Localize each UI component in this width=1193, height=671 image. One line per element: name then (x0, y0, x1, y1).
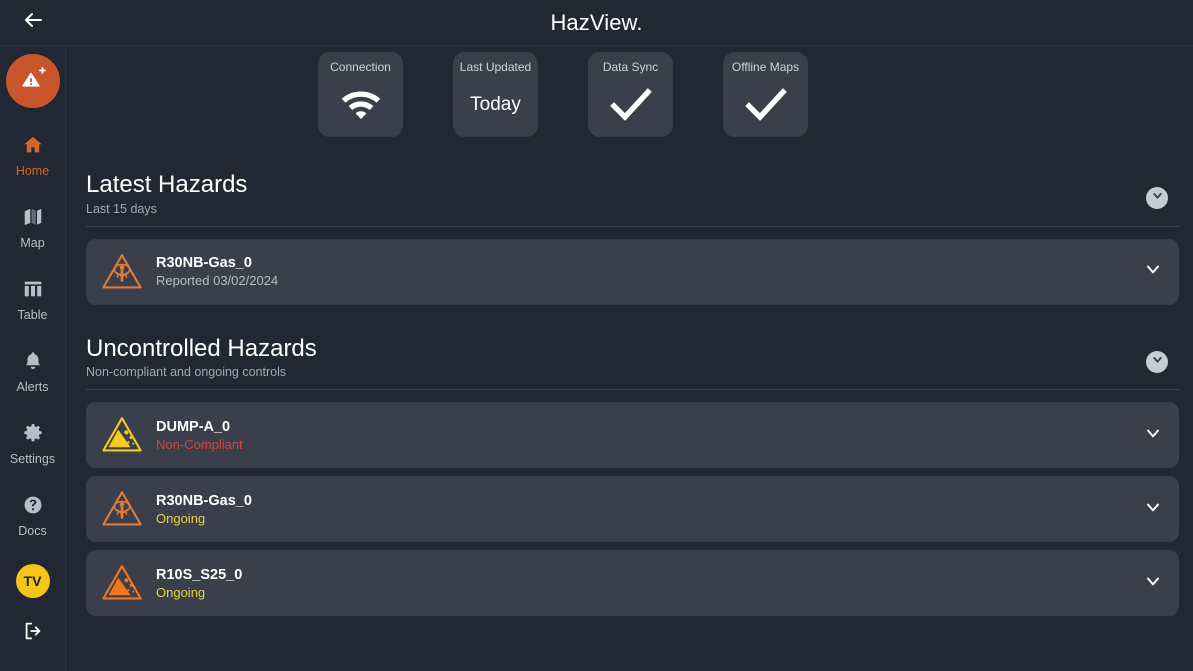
back-button[interactable] (0, 0, 66, 46)
check-icon (588, 73, 673, 137)
section-subtitle: Non-compliant and ongoing controls (86, 365, 287, 380)
table-row[interactable]: R30NB-Gas_0 Ongoing (86, 476, 1179, 543)
hazard-expand-button[interactable] (1143, 259, 1163, 284)
check-icon (723, 73, 808, 137)
top-bar: HazView. (0, 0, 1193, 46)
chevron-down-icon (1143, 259, 1163, 284)
sidebar-item-label-home: Home (15, 164, 50, 179)
arrow-left-icon (21, 8, 45, 37)
status-card-connection[interactable]: Connection (318, 52, 403, 137)
hazard-list-uncontrolled: DUMP-A_0 Non-Compliant R30NB-Gas_0 Ongoi… (86, 402, 1179, 617)
question-circle-icon (22, 494, 44, 521)
hazard-gas-triangle-icon (100, 487, 144, 531)
section-title: Latest Hazards (86, 171, 248, 198)
chevron-down-icon (1151, 189, 1164, 207)
hazard-rockfall-triangle-icon (100, 413, 144, 457)
sidebar-item-label-map: Map (20, 236, 45, 251)
sidebar-item-label-docs: Docs (18, 524, 47, 539)
hazard-rockfall-triangle-icon (100, 561, 144, 605)
map-icon (22, 206, 44, 233)
section-collapse-button[interactable] (1146, 187, 1168, 209)
hazard-name: DUMP-A_0 (156, 418, 231, 435)
section-uncontrolled-hazards: Uncontrolled Hazards Non-compliant and o… (66, 335, 1193, 617)
chevron-down-icon (1143, 571, 1163, 596)
sidebar-item-label-table: Table (17, 308, 48, 323)
section-subtitle: Last 15 days (86, 201, 157, 216)
chevron-down-icon (1143, 423, 1163, 448)
status-card-label: Connection (330, 60, 391, 74)
sidebar-item-table[interactable]: Table (0, 270, 66, 330)
chevron-down-icon (1151, 353, 1164, 371)
gear-icon (22, 422, 44, 449)
status-card-offline-maps[interactable]: Offline Maps (723, 52, 808, 137)
main-content: Connection Last Updated Today Data Sync (66, 46, 1193, 671)
sidebar: Home Map Table Alerts Settings Docs TV (0, 46, 66, 671)
status-badge: Non-Compliant (156, 436, 243, 452)
status-card-row: Connection Last Updated Today Data Sync (66, 46, 1193, 137)
status-card-label: Last Updated (459, 60, 532, 74)
sidebar-item-label-alerts: Alerts (16, 380, 49, 395)
hazard-expand-button[interactable] (1143, 423, 1163, 448)
status-card-label: Offline Maps (731, 60, 800, 74)
section-header: Uncontrolled Hazards Non-compliant and o… (86, 335, 1179, 391)
status-badge: Ongoing (156, 510, 206, 526)
logout-button[interactable] (22, 620, 44, 647)
hazard-name: R10S_S25_0 (156, 566, 243, 583)
sidebar-item-map[interactable]: Map (0, 198, 66, 258)
section-latest-hazards: Latest Hazards Last 15 days R30NB-Gas_0 … (66, 171, 1193, 305)
hazard-expand-button[interactable] (1143, 497, 1163, 522)
hazard-name: R30NB-Gas_0 (156, 255, 252, 272)
status-card-value: Today (470, 94, 521, 115)
sidebar-item-docs[interactable]: Docs (0, 486, 66, 546)
sidebar-item-alerts[interactable]: Alerts (0, 342, 66, 402)
sidebar-item-label-settings: Settings (9, 452, 56, 467)
table-row[interactable]: DUMP-A_0 Non-Compliant (86, 402, 1179, 469)
section-title: Uncontrolled Hazards (86, 334, 317, 362)
sidebar-item-settings[interactable]: Settings (0, 414, 66, 474)
logout-icon (22, 622, 44, 646)
table-row[interactable]: R10S_S25_0 Ongoing (86, 550, 1179, 617)
hazard-list-latest: R30NB-Gas_0 Reported 03/02/2024 (86, 238, 1179, 305)
hazard-row-text: R10S_S25_0 Ongoing (156, 567, 1143, 600)
section-header: Latest Hazards Last 15 days (86, 171, 1179, 227)
section-collapse-button[interactable] (1146, 350, 1168, 373)
warning-triangle-plus-icon (18, 64, 48, 99)
wifi-icon (318, 73, 403, 137)
status-badge: Ongoing (156, 584, 206, 600)
hazard-name: R30NB-Gas_0 (156, 492, 252, 509)
hazard-row-text: DUMP-A_0 Non-Compliant (156, 419, 1143, 452)
table-icon (22, 278, 44, 305)
status-card-label: Data Sync (602, 60, 659, 74)
add-hazard-button[interactable] (5, 54, 60, 108)
hazard-gas-triangle-icon (100, 250, 144, 294)
hazard-expand-button[interactable] (1143, 571, 1163, 596)
page-title: HazView. (550, 9, 643, 35)
avatar[interactable]: TV (15, 564, 50, 598)
hazard-row-text: R30NB-Gas_0 Ongoing (156, 493, 1143, 526)
section-heading-text: Latest Hazards Last 15 days (86, 171, 247, 216)
bell-icon (22, 350, 44, 377)
section-heading-text: Uncontrolled Hazards Non-compliant and o… (86, 335, 317, 380)
sidebar-item-home[interactable]: Home (0, 126, 66, 186)
table-row[interactable]: R30NB-Gas_0 Reported 03/02/2024 (86, 238, 1179, 305)
status-card-data-sync[interactable]: Data Sync (588, 52, 673, 137)
chevron-down-icon (1143, 497, 1163, 522)
home-icon (22, 134, 44, 161)
hazard-row-text: R30NB-Gas_0 Reported 03/02/2024 (156, 255, 1143, 288)
hazard-meta: Reported 03/02/2024 (156, 273, 279, 289)
status-card-last-updated[interactable]: Last Updated Today (453, 52, 538, 137)
